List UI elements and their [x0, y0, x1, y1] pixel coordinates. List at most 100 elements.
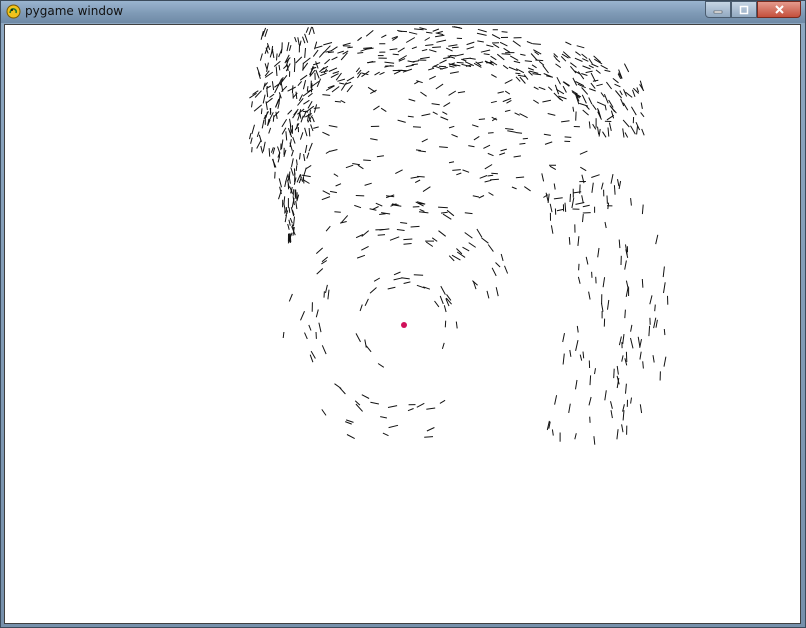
particle [620, 98, 625, 107]
particle [456, 61, 464, 64]
particle [296, 159, 298, 166]
particle [325, 150, 331, 154]
particle [281, 127, 287, 135]
particle [530, 53, 538, 61]
particle [613, 185, 616, 195]
particle [379, 213, 386, 215]
particle [641, 204, 644, 215]
particle [293, 63, 296, 73]
particle [280, 82, 284, 92]
particle [364, 298, 369, 307]
particle [434, 300, 440, 308]
particle [387, 405, 398, 408]
particle [428, 75, 436, 80]
particle [456, 172, 462, 176]
particle [592, 123, 597, 130]
particle [278, 178, 282, 188]
particle [286, 41, 290, 52]
particle [632, 89, 636, 97]
particle [617, 179, 620, 187]
particle [622, 410, 625, 421]
particle [419, 208, 425, 212]
particle [506, 99, 512, 104]
particle [604, 69, 611, 72]
particle [381, 34, 387, 39]
particle [361, 230, 370, 237]
particle [585, 70, 593, 74]
particle [330, 73, 339, 78]
particle [476, 228, 483, 238]
particle [582, 58, 589, 62]
particle [374, 71, 380, 76]
particle [576, 325, 579, 333]
game-canvas-area[interactable] [4, 24, 801, 624]
particle [299, 132, 304, 140]
particle [435, 34, 445, 38]
particle [422, 186, 431, 193]
particle [499, 152, 506, 156]
particle [451, 46, 459, 49]
particle [259, 53, 263, 61]
particle [361, 394, 370, 399]
title-bar[interactable]: pygame window [1, 1, 805, 23]
particle [414, 179, 421, 184]
maximize-button[interactable] [731, 1, 757, 18]
particle [625, 280, 629, 288]
particle [321, 256, 329, 263]
particle [412, 60, 419, 63]
particle [451, 133, 458, 138]
particle [319, 67, 325, 73]
particle [379, 71, 385, 76]
particle [553, 183, 556, 190]
particle [287, 86, 296, 92]
particle [327, 289, 330, 300]
particle [280, 46, 283, 54]
particle [476, 32, 487, 36]
particle [311, 116, 315, 123]
particle [324, 58, 331, 65]
close-button[interactable] [757, 1, 801, 18]
particle [262, 141, 266, 152]
particle [379, 228, 390, 231]
particle [322, 131, 330, 136]
particle [481, 237, 489, 244]
particle [541, 173, 545, 182]
particle [549, 165, 557, 171]
particle-canvas[interactable] [5, 25, 801, 624]
particle [477, 40, 484, 43]
particle [581, 73, 588, 76]
particle [581, 195, 584, 203]
particle [663, 356, 667, 367]
minimize-button[interactable] [705, 1, 731, 18]
particle [321, 409, 327, 416]
particle [435, 83, 444, 90]
particle [294, 36, 297, 43]
particle [377, 234, 386, 236]
particle [582, 214, 584, 223]
particle [408, 31, 418, 35]
particle [547, 86, 553, 91]
particle [472, 195, 480, 198]
particle [464, 232, 473, 239]
particle [282, 331, 285, 339]
particle [596, 83, 603, 87]
particle [393, 271, 401, 276]
particle [483, 144, 491, 149]
particle [616, 429, 619, 440]
particle [333, 173, 339, 177]
particle [602, 131, 607, 138]
particle [610, 410, 613, 419]
particle [355, 67, 360, 73]
particle [278, 95, 281, 104]
particle [449, 65, 455, 68]
particle [623, 63, 630, 73]
particle [641, 278, 644, 288]
particle [439, 399, 446, 404]
particle [504, 109, 511, 112]
particle [367, 86, 376, 93]
particle [505, 128, 514, 130]
particle [325, 225, 331, 232]
particle [601, 303, 604, 312]
particle [652, 355, 655, 363]
particle [591, 174, 600, 178]
